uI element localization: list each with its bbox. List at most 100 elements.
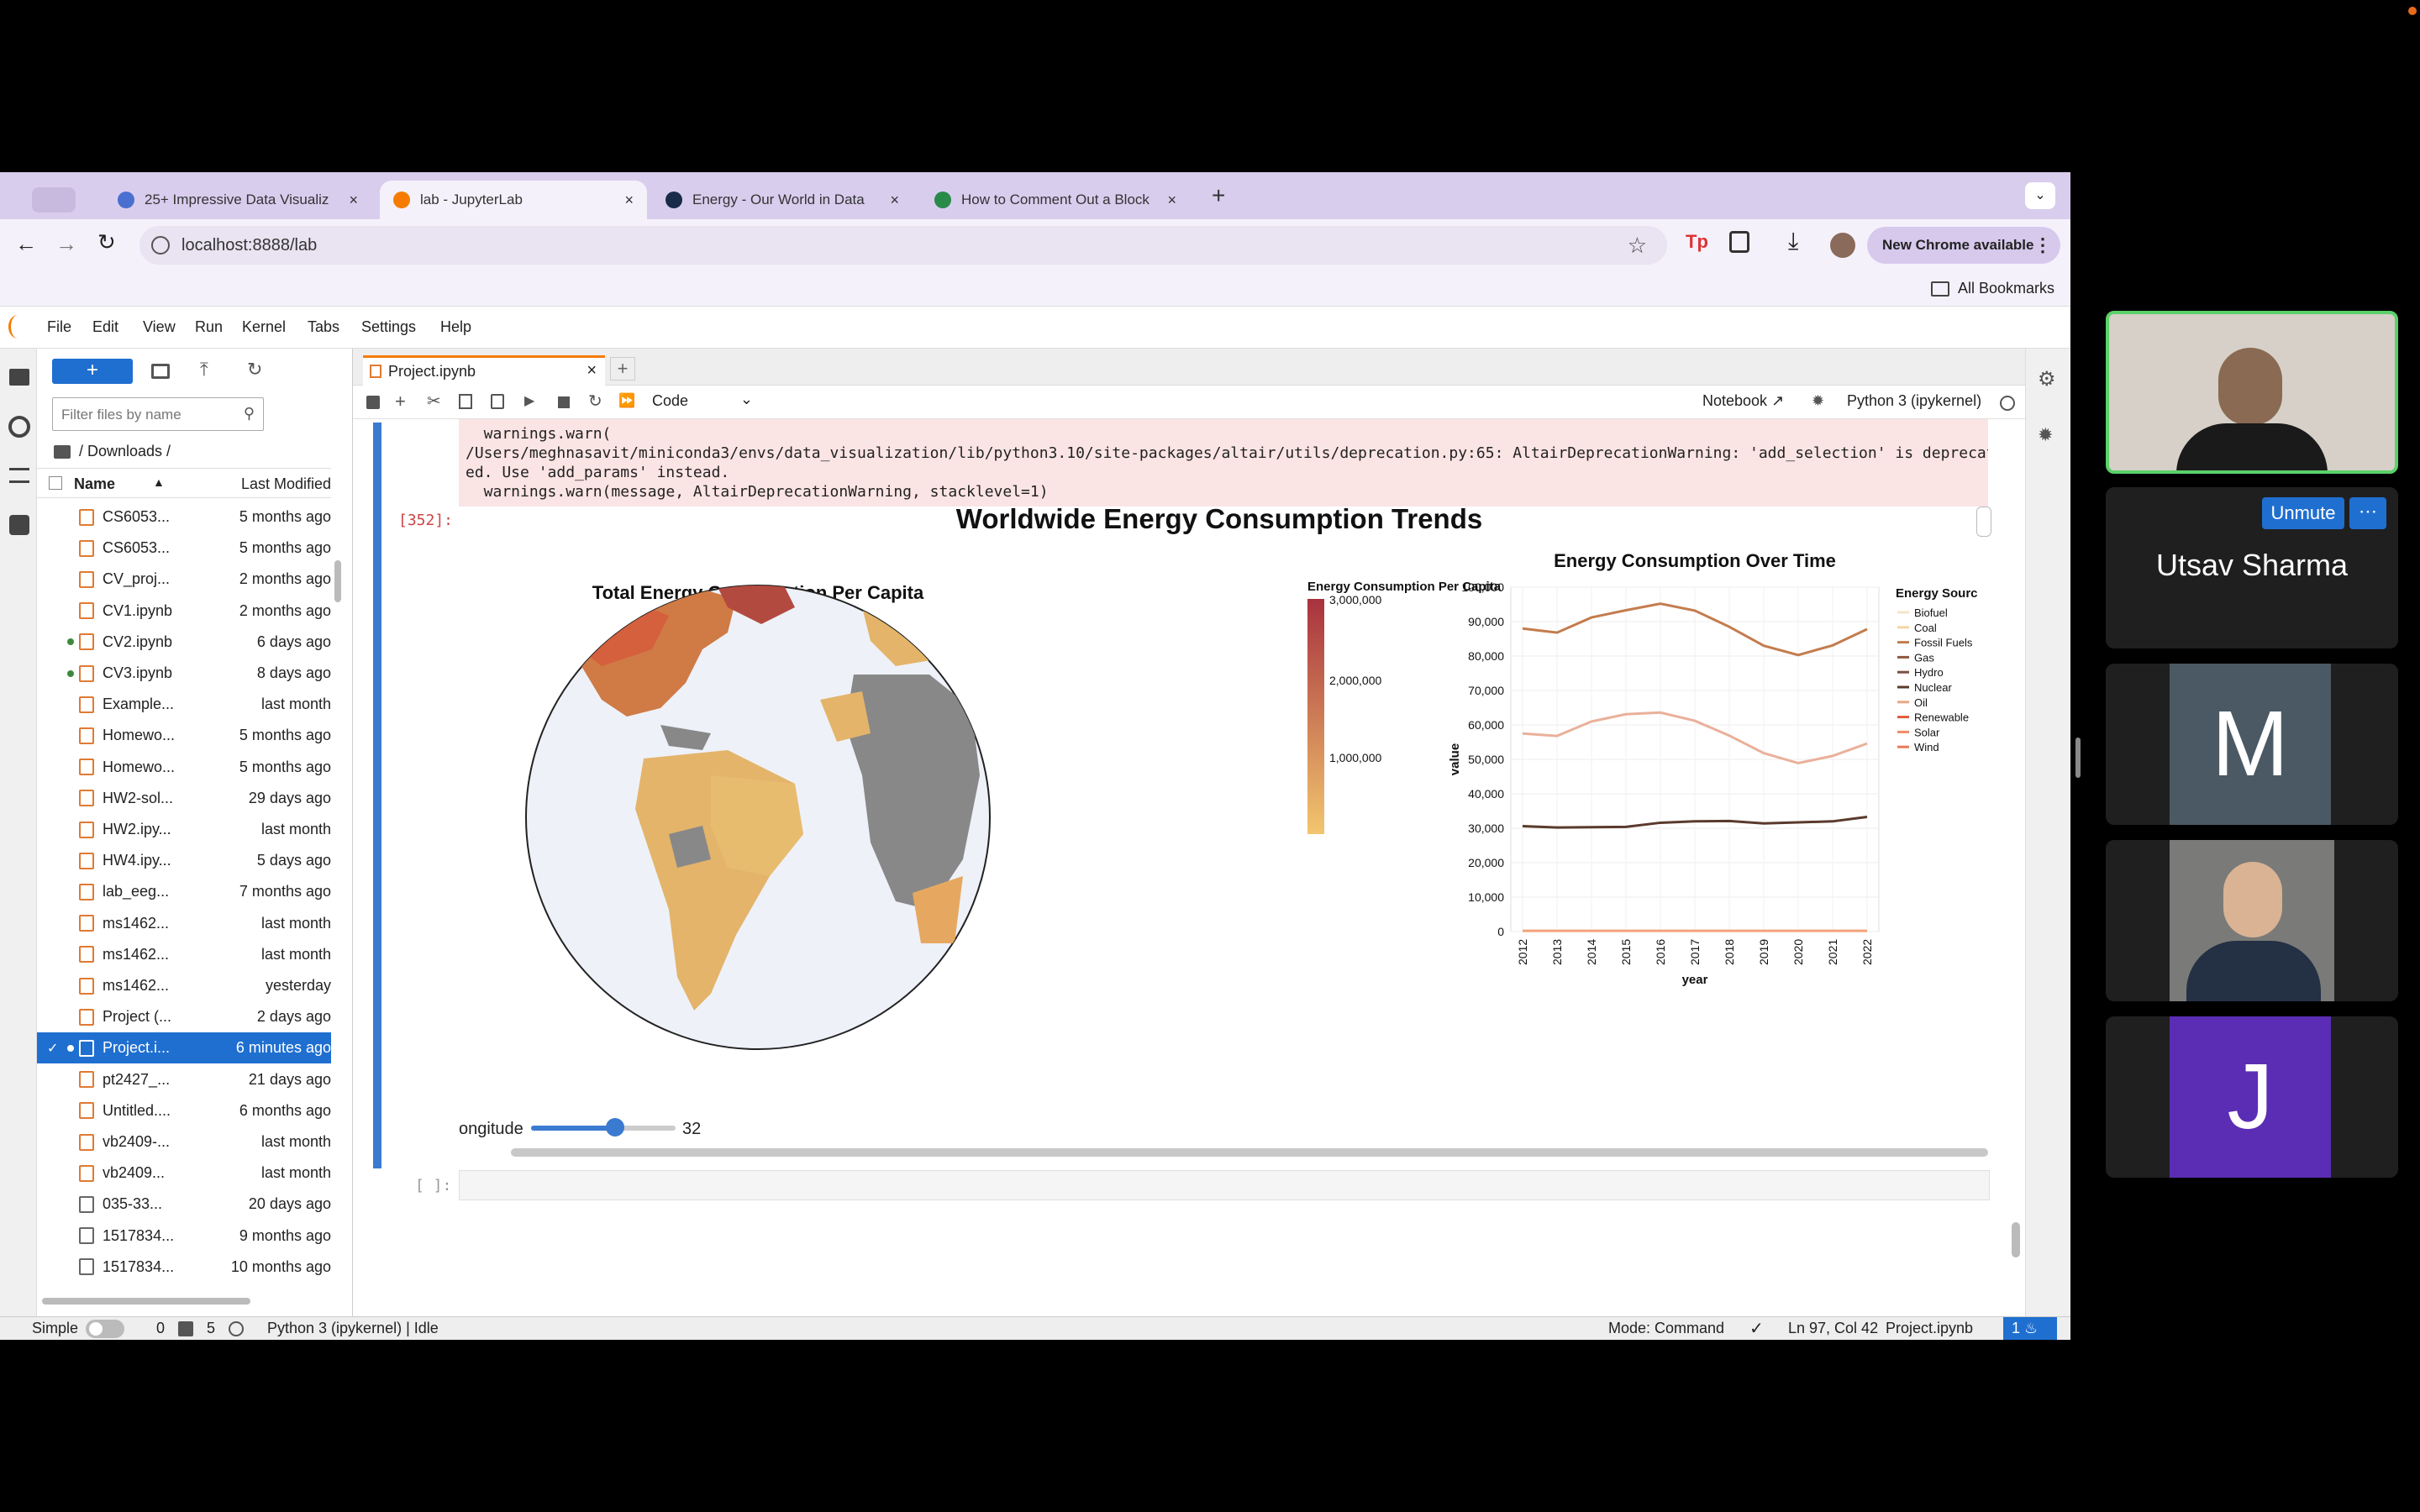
menu-kernel[interactable]: Kernel [242,318,286,336]
file-row[interactable]: CS6053... 5 months ago [37,533,331,564]
refresh-icon[interactable]: ↻ [247,359,262,381]
run-all-icon[interactable]: ⏩ [618,392,635,409]
bookmark-star-icon[interactable]: ☆ [1628,233,1647,259]
table-of-contents-icon[interactable] [9,468,29,483]
run-icon[interactable]: ▶ [524,392,534,409]
cursor-position[interactable]: Ln 97, Col 42 [1788,1320,1878,1337]
extensions-puzzle-icon[interactable] [9,515,29,535]
notebook-link[interactable]: Notebook ↗ [1702,392,1784,410]
extension-tp-icon[interactable]: Tp [1686,231,1708,253]
all-bookmarks-link[interactable]: All Bookmarks [1958,280,2054,297]
debugger-sidebar-icon[interactable]: ✹ [2038,424,2053,446]
reload-icon[interactable]: ↻ [97,229,116,255]
site-info-icon[interactable] [151,236,170,255]
file-row[interactable]: Example... last month [37,689,331,720]
extensions-icon[interactable] [1729,231,1749,253]
file-row[interactable]: CV_proj... 2 months ago [37,564,331,595]
property-inspector-icon[interactable]: ⚙ [2038,367,2056,391]
browser-tab[interactable]: How to Comment Out a Block × [921,181,1190,219]
file-row[interactable]: HW2-sol... 29 days ago [37,783,331,814]
name-column-header[interactable]: Name [74,475,115,493]
menu-file[interactable]: File [47,318,71,336]
save-icon[interactable] [366,396,380,409]
checkbox-checked-icon[interactable]: ✓ [47,1040,58,1057]
file-row[interactable]: pt2427_... 21 days ago [37,1064,331,1095]
horizontal-scrollbar[interactable] [42,1298,250,1305]
file-row[interactable]: HW2.ipy... last month [37,814,331,845]
tab-search-icon[interactable]: ⌄ [2025,182,2055,209]
file-row[interactable]: Homewo... 5 months ago [37,720,331,751]
cut-icon[interactable]: ✂ [427,391,441,412]
close-icon[interactable]: × [890,192,899,209]
simple-mode-toggle[interactable] [86,1320,124,1338]
file-row[interactable]: 1517834... 10 months ago [37,1252,331,1283]
debugger-icon[interactable]: ✹ [1812,392,1824,410]
address-bar[interactable]: localhost:8888/lab ☆ [139,226,1667,265]
menu-run[interactable]: Run [195,318,223,336]
file-row[interactable]: ms1462... last month [37,908,331,939]
more-options-icon[interactable]: ⋯ [2349,497,2386,529]
new-chrome-available-button[interactable]: New Chrome available ⋮ [1867,227,2060,264]
insert-cell-icon[interactable]: + [395,391,406,412]
last-modified-column-header[interactable]: Last Modified [241,475,331,493]
close-icon[interactable]: × [349,192,358,209]
kernel-name-button[interactable]: Python 3 (ipykernel) [1847,392,1981,410]
output-horizontal-scrollbar[interactable] [511,1148,1988,1157]
menu-view[interactable]: View [143,318,176,336]
close-icon[interactable]: × [624,192,634,209]
file-row[interactable]: Homewo... 5 months ago [37,752,331,783]
menu-edit[interactable]: Edit [92,318,118,336]
slider-thumb[interactable] [605,1118,624,1137]
cell-type-select[interactable]: Code ⌄ [652,391,753,410]
video-tile-active-speaker[interactable] [2106,311,2398,474]
select-all-checkbox[interactable] [49,476,62,490]
file-row[interactable]: ms1462... last month [37,939,331,970]
new-tab-icon[interactable]: + [1212,182,1225,209]
notebook-scrollbar[interactable] [2012,1222,2020,1257]
longitude-slider[interactable] [531,1118,676,1137]
new-folder-icon[interactable] [151,364,170,379]
kebab-icon[interactable]: ⋮ [2033,234,2052,256]
download-icon[interactable]: ⤓ [1788,228,1798,255]
browser-tab[interactable]: 25+ Impressive Data Visualiz × [104,181,371,219]
profile-avatar[interactable] [1830,233,1855,258]
file-browser-icon[interactable] [9,369,29,386]
file-row[interactable]: lab_eeg... 7 months ago [37,876,331,907]
tab-group-icon[interactable] [32,187,76,213]
copy-icon[interactable] [459,394,472,409]
running-kernels-icon[interactable] [8,416,30,438]
file-row[interactable]: ms1462... yesterday [37,970,331,1001]
menu-settings[interactable]: Settings [361,318,416,336]
menu-help[interactable]: Help [440,318,471,336]
empty-code-cell[interactable] [459,1170,1990,1200]
stop-icon[interactable] [558,396,570,408]
browser-tab[interactable]: Energy - Our World in Data × [652,181,913,219]
unmute-button[interactable]: Unmute [2262,497,2344,529]
participant-tile[interactable]: M [2106,664,2398,825]
file-row[interactable]: Untitled.... 6 months ago [37,1095,331,1126]
participant-tile[interactable] [2106,840,2398,1001]
breadcrumb[interactable]: / Downloads / [54,443,171,460]
tab-project-ipynb[interactable]: Project.ipynb × [363,355,605,386]
notification-badge[interactable]: 1 ♨ [2003,1317,2057,1340]
file-row[interactable]: Project (... 2 days ago [37,1001,331,1032]
close-icon[interactable]: × [1167,192,1176,209]
file-row[interactable]: CV2.ipynb 6 days ago [37,627,331,658]
upload-icon[interactable]: ⤒ [200,359,208,381]
browser-tab[interactable]: lab - JupyterLab × [380,181,647,219]
file-row[interactable]: 035-33... 20 days ago [37,1189,331,1220]
restart-icon[interactable]: ↻ [588,391,602,412]
close-icon[interactable]: × [587,361,597,381]
new-dock-tab-icon[interactable]: + [610,357,635,381]
active-cell-indicator[interactable] [373,423,381,1168]
file-row[interactable]: CS6053... 5 months ago [37,501,331,533]
file-list-scrollbar[interactable] [334,560,341,602]
kernel-status-text[interactable]: Python 3 (ipykernel) | Idle [267,1320,439,1337]
back-icon[interactable]: ← [15,231,37,257]
participant-tile[interactable]: Unmute ⋯ Utsav Sharma [2106,487,2398,648]
new-launcher-button[interactable]: + [52,359,133,384]
forward-icon[interactable]: → [55,231,77,257]
file-row[interactable]: CV3.ipynb 8 days ago [37,658,331,689]
menu-tabs[interactable]: Tabs [308,318,339,336]
file-row[interactable]: vb2409... last month [37,1158,331,1189]
